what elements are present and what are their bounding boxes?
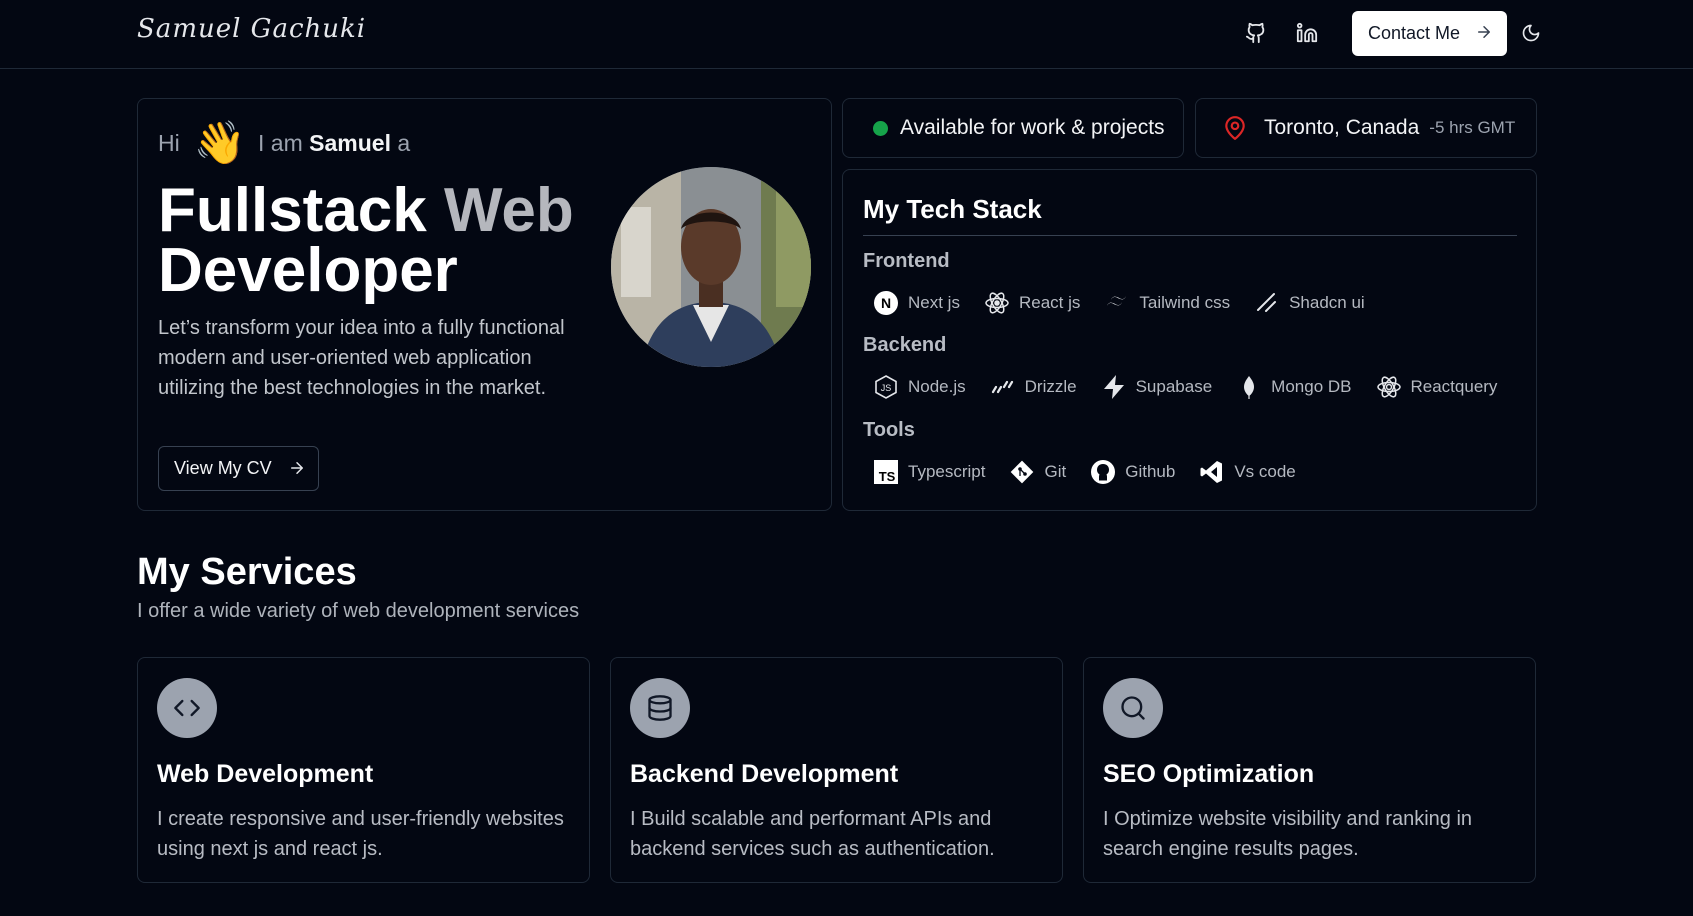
svg-text:TS: TS [879,469,896,484]
location-timezone: -5 hrs GMT [1429,118,1516,137]
divider [863,235,1517,236]
tools-list: TS Typescript Git Github Vs code [873,457,1320,487]
availability-badge: Available for work & projects [842,98,1184,158]
drizzle-icon [990,374,1016,400]
tech-item-typescript: TS Typescript [873,459,985,485]
arrow-right-icon [288,459,306,482]
greeting-hi: Hi [158,130,180,156]
tech-item-nodejs: JS Node.js [873,374,966,400]
svg-text:N: N [881,295,891,311]
profile-avatar [611,167,811,367]
nodejs-icon: JS [873,374,899,400]
availability-text: Available for work & projects [900,116,1165,139]
tech-label: Drizzle [1024,377,1077,396]
code-icon [157,678,217,738]
tech-label: Supabase [1135,377,1213,396]
tech-item-git: Git [1009,459,1066,485]
hero-title-part2: Web [444,176,574,245]
map-pin-icon [1222,115,1248,141]
hero-greeting: Hi 👋 I am Samuel a [158,119,410,168]
contact-me-button[interactable]: Contact Me [1352,11,1507,56]
service-card-seo: SEO Optimization I Optimize website visi… [1083,657,1536,883]
tech-label: Reactquery [1410,377,1498,396]
tech-item-nextjs: N Next js [873,290,960,316]
services-subtitle: I offer a wide variety of web developmen… [137,600,580,622]
frontend-heading: Frontend [863,250,950,272]
search-icon [1103,678,1163,738]
vscode-icon [1199,459,1225,485]
tech-item-shadcn: Shadcn ui [1254,290,1365,316]
services-title: My Services [137,551,357,593]
site-logo[interactable]: Samuel Gachuki [137,14,366,44]
tech-label: Tailwind css [1139,293,1231,312]
view-cv-label: View My CV [174,458,272,478]
service-card-backend: Backend Development I Build scalable and… [610,657,1063,883]
database-icon [630,678,690,738]
location-city: Toronto, Canada [1264,116,1420,139]
tech-item-github: Github [1090,459,1175,485]
tech-item-vscode: Vs code [1199,459,1296,485]
git-icon [1009,459,1035,485]
tech-label: React js [1018,293,1081,312]
tech-label: Typescript [908,462,986,481]
service-description: I Optimize website visibility and rankin… [1103,808,1473,860]
tech-label: Vs code [1234,462,1296,481]
tech-item-mongodb: Mongo DB [1236,374,1352,400]
service-card-web: Web Development I create responsive and … [137,657,590,883]
shadcn-icon [1254,290,1280,316]
greeting-name: Samuel [309,130,391,156]
hero-title-part3: Developer [158,236,458,305]
mongodb-icon [1236,374,1262,400]
service-description: I Build scalable and performant APIs and… [630,808,995,860]
linkedin-icon[interactable] [1294,20,1320,46]
github-icon[interactable] [1243,20,1269,46]
hero-title: Fullstack Web Developer [158,180,588,302]
arrow-right-icon [1475,23,1493,46]
hero-description: Let’s transform your idea into a fully f… [158,317,565,399]
greeting-i-am: I am [258,130,303,156]
hero-card: Hi 👋 I am Samuel a Fullstack Web Develop… [137,98,832,511]
tech-stack-card: My Tech Stack Frontend N Next js React j… [842,169,1537,511]
tech-item-tailwind: Tailwind css [1104,290,1230,316]
backend-heading: Backend [863,334,947,356]
reactquery-icon [1376,374,1402,400]
hero-title-part1: Fullstack [158,176,427,245]
svg-text:JS: JS [881,383,892,393]
tailwind-icon [1104,290,1130,316]
contact-me-label: Contact Me [1368,23,1461,43]
service-title: Web Development [157,760,374,788]
typescript-icon: TS [873,459,899,485]
moon-icon[interactable] [1518,20,1544,46]
frontend-list: N Next js React js Tailwind css Shadcn u… [873,288,1389,318]
nextjs-icon: N [873,290,899,316]
service-title: SEO Optimization [1103,760,1315,788]
tech-item-reactquery: Reactquery [1376,374,1498,400]
tech-label: Shadcn ui [1289,293,1365,312]
tools-heading: Tools [863,419,915,441]
tech-item-react: React js [984,290,1080,316]
github-icon [1090,459,1116,485]
tech-label: Github [1125,462,1176,481]
react-icon [984,290,1010,316]
waving-hand-icon: 👋 [193,119,247,166]
tech-item-supabase: Supabase [1101,374,1213,400]
supabase-icon [1101,374,1127,400]
tech-label: Node.js [908,377,966,396]
navbar: Samuel Gachuki Contact Me [0,0,1693,69]
tech-label: Next js [908,293,960,312]
status-dot-icon [873,120,888,136]
tech-label: Git [1044,462,1067,481]
tech-stack-title: My Tech Stack [863,194,1042,224]
greeting-a: a [397,130,411,156]
backend-list: JS Node.js Drizzle Supabase Mongo DB Rea… [873,372,1521,402]
service-title: Backend Development [630,760,899,788]
location-badge: Toronto, Canada -5 hrs GMT [1195,98,1537,158]
view-cv-button[interactable]: View My CV [158,446,319,491]
service-description: I create responsive and user-friendly we… [157,808,564,860]
tech-label: Mongo DB [1271,377,1352,396]
tech-item-drizzle: Drizzle [990,374,1077,400]
